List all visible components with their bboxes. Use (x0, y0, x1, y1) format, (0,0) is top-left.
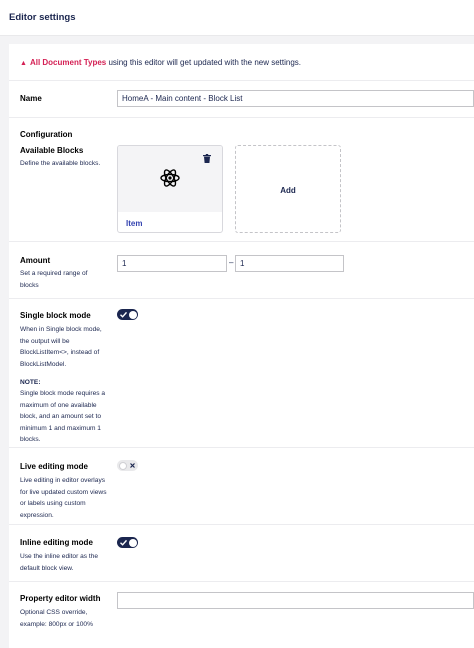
name-label: Name (20, 94, 42, 103)
check-icon (119, 311, 127, 318)
block-thumbnail (118, 146, 222, 212)
available-blocks-description: Define the available blocks. (20, 160, 101, 167)
amount-max-input[interactable]: 1 (235, 255, 344, 272)
configuration-heading: Configuration (20, 130, 73, 139)
live-editing-mode-description: Live editing in editor overlays for live… (20, 477, 107, 519)
amount-min-input[interactable]: 1 (117, 255, 227, 272)
toggle-knob (128, 310, 137, 319)
document-types-link[interactable]: All Document Types (30, 58, 106, 67)
divider (9, 241, 474, 242)
divider (9, 80, 474, 81)
editor-header: Editor settings (0, 0, 474, 36)
page-title: Editor settings (9, 12, 76, 23)
live-editing-mode-label: Live editing mode (20, 462, 89, 471)
property-editor-width-description: Optional CSS override, example: 800px or… (20, 609, 93, 628)
property-editor-width-label: Property editor width (20, 594, 101, 603)
settings-panel: ▲ All Document Types using this editor wi… (9, 44, 474, 648)
amount-description: Set a required range of blocks (20, 270, 88, 289)
available-blocks-label: Available Blocks (20, 146, 84, 155)
single-block-mode-note: Single block mode requires a maximum of … (20, 390, 106, 443)
single-block-mode-description: When in Single block mode, the output wi… (20, 326, 102, 368)
toggle-knob (128, 538, 137, 547)
trash-icon[interactable] (203, 154, 211, 163)
single-block-mode-toggle[interactable] (117, 309, 138, 320)
add-block-label: Add (280, 186, 296, 195)
warning-icon: ▲ (20, 60, 27, 67)
name-input[interactable]: HomeA - Main content - Block List (117, 90, 474, 107)
check-icon (119, 539, 127, 546)
atom-icon (160, 169, 180, 187)
property-editor-width-input[interactable] (117, 592, 474, 609)
toggle-knob (118, 461, 127, 470)
notice-text: using this editor will get updated with … (106, 58, 302, 67)
amount-label: Amount (20, 256, 51, 265)
inline-editing-mode-toggle[interactable] (117, 537, 138, 548)
block-card-item[interactable]: Item (117, 145, 223, 233)
divider (9, 524, 474, 525)
single-block-mode-note-title: NOTE: (20, 379, 41, 386)
block-item-label[interactable]: Item (126, 219, 142, 228)
close-icon (129, 463, 135, 468)
range-separator: – (229, 258, 234, 267)
divider (9, 447, 474, 448)
divider (9, 581, 474, 582)
update-notice: ▲ All Document Types using this editor wi… (20, 58, 301, 67)
divider (9, 298, 474, 299)
single-block-mode-label: Single block mode (20, 311, 91, 320)
add-block-button[interactable]: Add (235, 145, 341, 233)
inline-editing-mode-description: Use the inline editor as the default blo… (20, 553, 99, 572)
live-editing-mode-toggle[interactable] (117, 460, 138, 471)
inline-editing-mode-label: Inline editing mode (20, 538, 93, 547)
divider (9, 117, 474, 118)
